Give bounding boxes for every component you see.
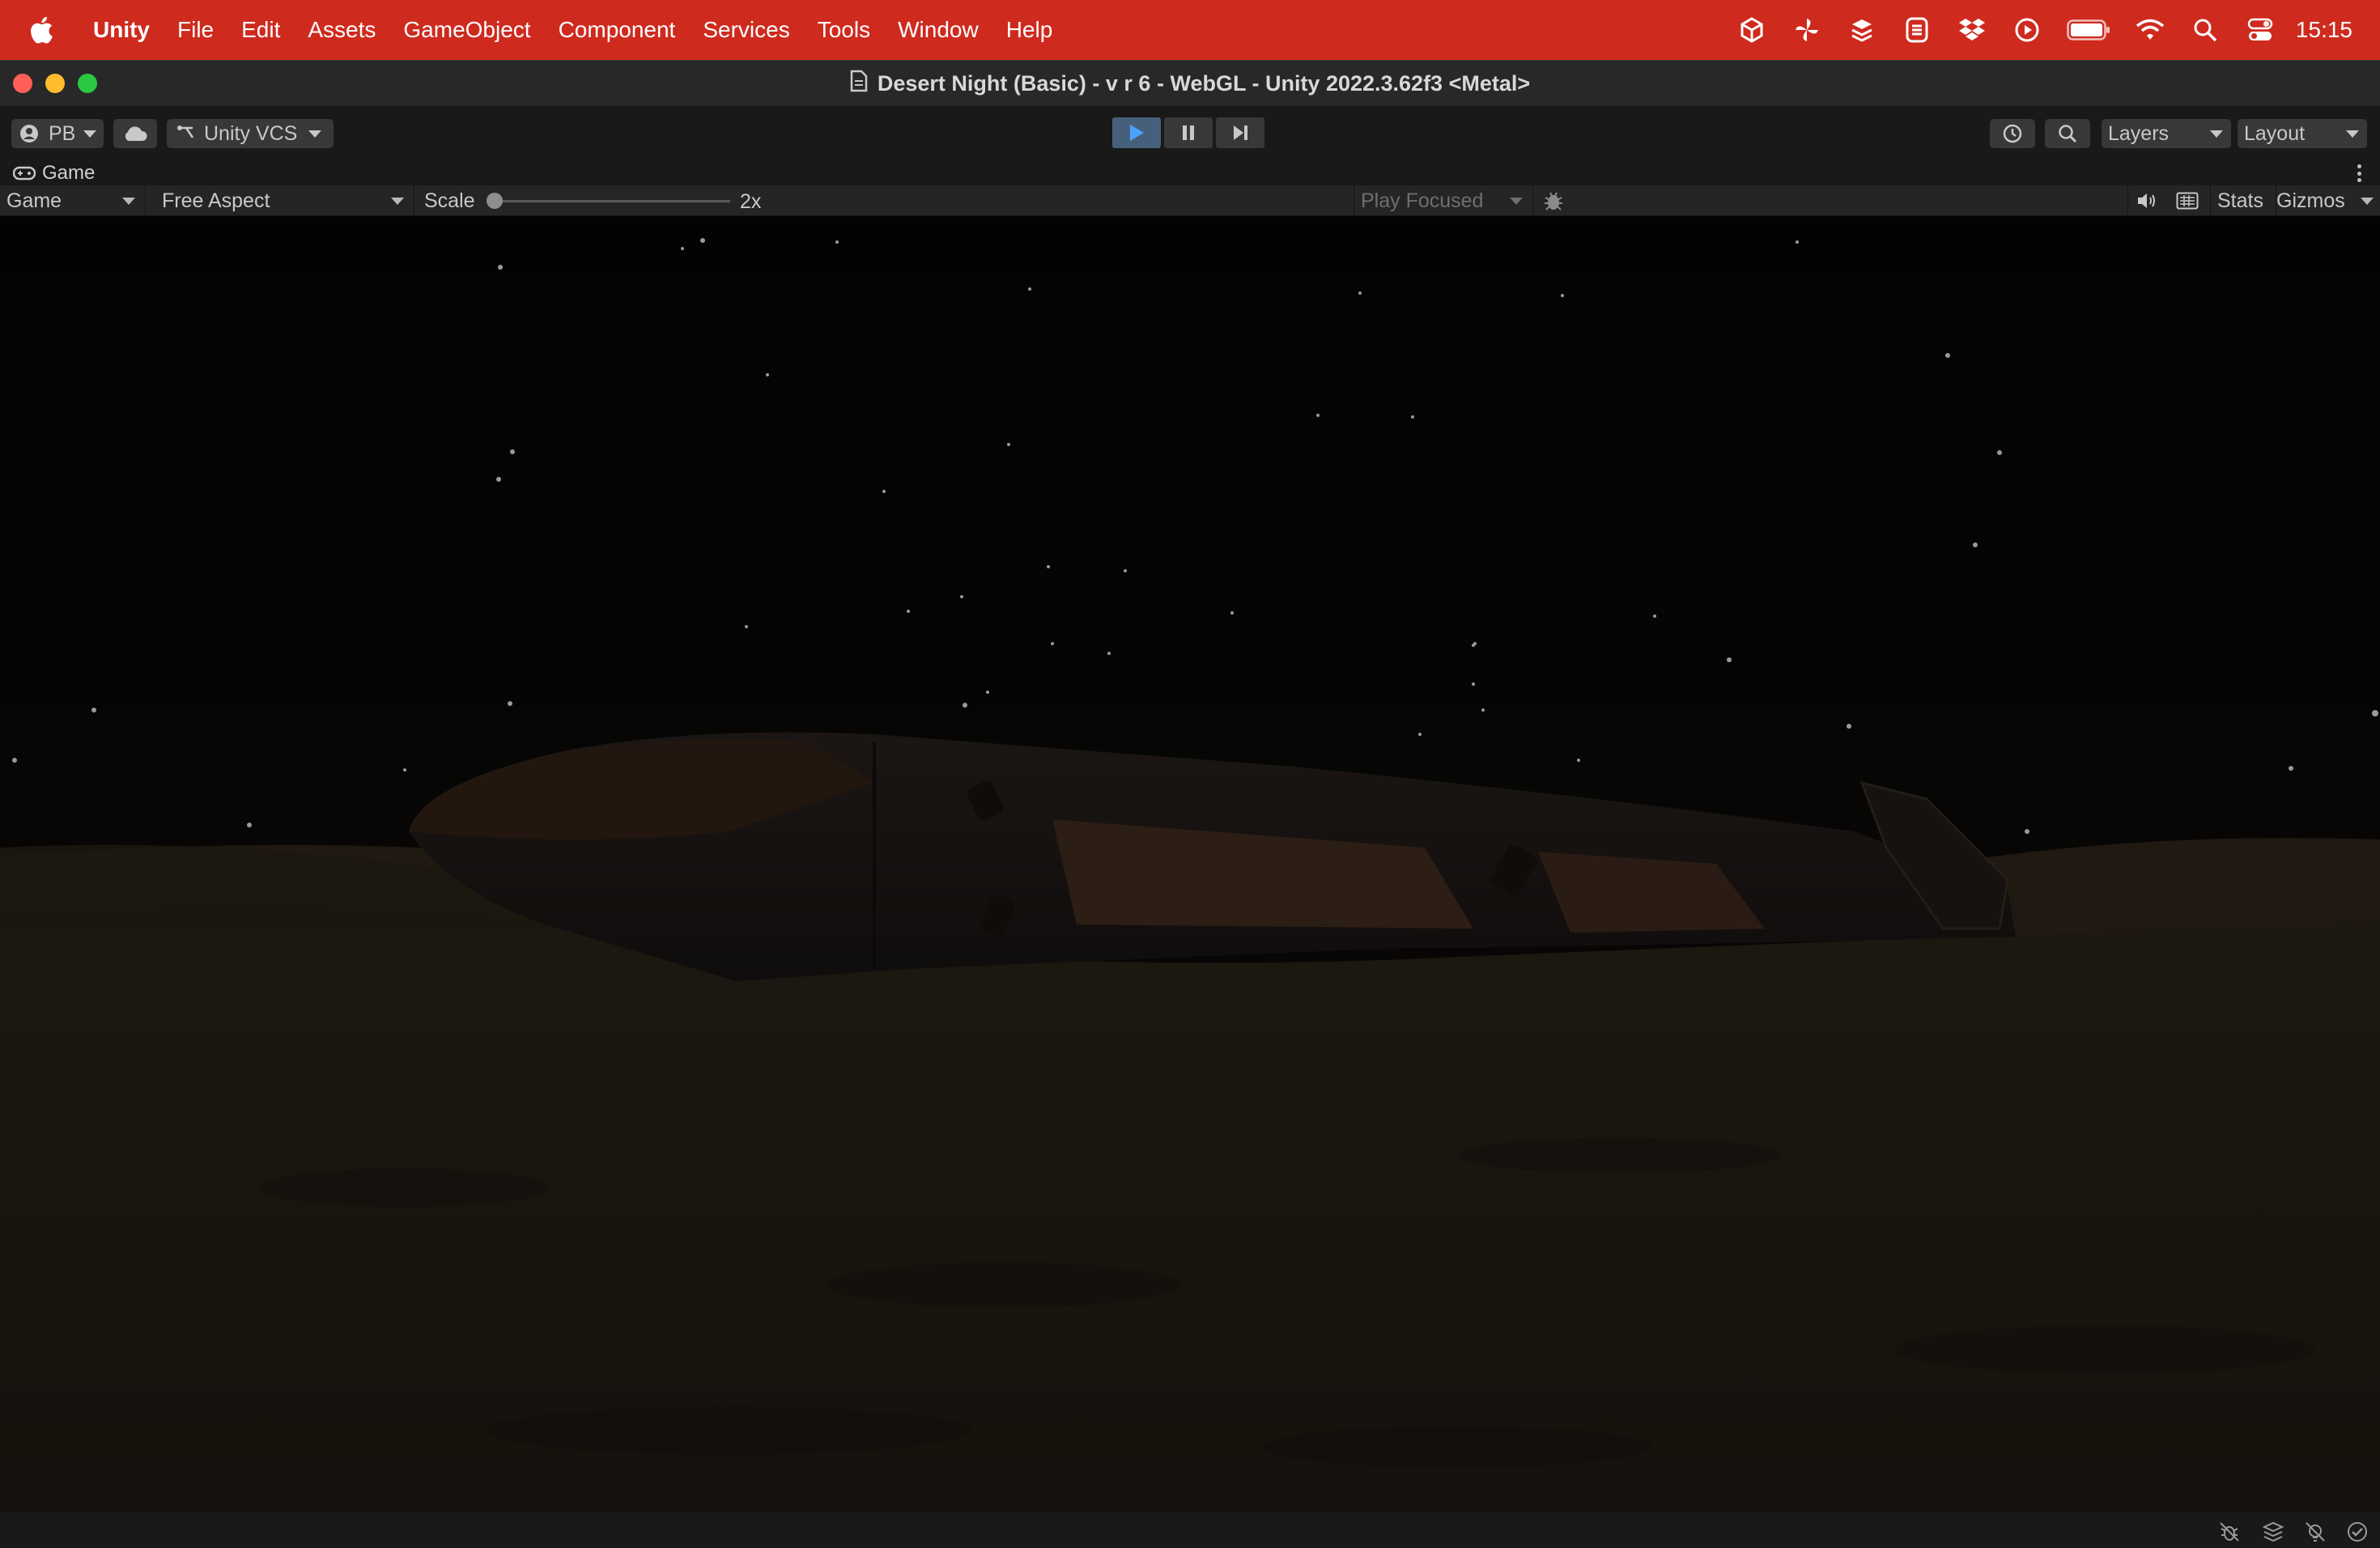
chevron-down-icon xyxy=(308,130,322,138)
account-icon xyxy=(19,124,39,143)
tab-game-label: Game xyxy=(42,162,96,184)
search-icon[interactable] xyxy=(2178,0,2233,60)
battery-icon[interactable] xyxy=(2055,0,2123,60)
menu-tools[interactable]: Tools xyxy=(804,17,884,43)
menu-bar: Unity File Edit Assets GameObject Compon… xyxy=(0,0,2380,60)
tab-bar: Game xyxy=(0,161,2380,185)
stats-label: Stats xyxy=(2217,189,2263,212)
play-controls xyxy=(1112,117,1264,148)
apple-icon[interactable] xyxy=(28,15,55,45)
zoom-window-button[interactable] xyxy=(78,74,97,93)
scale-slider-thumb[interactable] xyxy=(487,193,503,209)
status-bar xyxy=(0,1512,2380,1548)
layers-dropdown[interactable]: Layers xyxy=(2102,119,2231,148)
gizmos-label: Gizmos xyxy=(2276,189,2345,212)
display-dropdown[interactable]: Game xyxy=(0,185,146,216)
wifi-icon[interactable] xyxy=(2123,0,2178,60)
tab-game[interactable]: Game xyxy=(0,162,95,185)
display-label: Game xyxy=(6,189,62,212)
stack-icon[interactable] xyxy=(1834,0,1889,60)
dropbox-icon[interactable] xyxy=(1944,0,2000,60)
vcs-dropdown[interactable]: Unity VCS xyxy=(167,119,334,148)
close-window-button[interactable] xyxy=(13,74,32,93)
game-scene-render xyxy=(0,216,2380,1512)
chevron-down-icon xyxy=(2210,130,2223,138)
unity-window: Desert Night (Basic) - v r 6 - WebGL - U… xyxy=(0,60,2380,1548)
unity-hub-icon[interactable] xyxy=(1724,0,1779,60)
play-mode-label: Play Focused xyxy=(1361,189,1484,212)
menu-component[interactable]: Component xyxy=(545,17,690,43)
menu-file[interactable]: File xyxy=(164,17,227,43)
aspect-label: Free Aspect xyxy=(162,189,270,212)
main-toolbar: PB Unity VCS Layers Layout xyxy=(0,106,2380,161)
window-title-text: Desert Night (Basic) - v r 6 - WebGL - U… xyxy=(877,70,1531,96)
aspect-dropdown[interactable]: Free Aspect xyxy=(154,185,414,216)
shortcuts-toggle[interactable] xyxy=(2170,185,2205,216)
search-button[interactable] xyxy=(2045,119,2090,148)
menu-help[interactable]: Help xyxy=(992,17,1067,43)
menu-clock[interactable]: 15:15 xyxy=(2288,17,2380,43)
play-button[interactable] xyxy=(1112,117,1161,148)
menu-services[interactable]: Services xyxy=(689,17,803,43)
control-center-icon[interactable] xyxy=(2233,0,2288,60)
chevron-down-icon xyxy=(2361,198,2374,205)
speaker-icon xyxy=(2136,191,2157,211)
menu-assets[interactable]: Assets xyxy=(294,17,389,43)
auto-generate-lighting-icon[interactable] xyxy=(2302,1519,2328,1545)
menu-gameobject[interactable]: GameObject xyxy=(389,17,544,43)
scale-slider-track[interactable] xyxy=(494,200,730,202)
branch-icon xyxy=(176,125,196,142)
tab-menu-icon[interactable] xyxy=(2357,164,2362,182)
chevron-down-icon xyxy=(2346,130,2359,138)
title-bar: Desert Night (Basic) - v r 6 - WebGL - U… xyxy=(0,61,2380,106)
chevron-down-icon xyxy=(1510,198,1523,205)
shield-icon[interactable] xyxy=(1889,0,1944,60)
layout-label: Layout xyxy=(2244,121,2306,145)
scale-label: Scale xyxy=(424,189,475,212)
pinwheel-icon[interactable] xyxy=(1779,0,1834,60)
layout-dropdown[interactable]: Layout xyxy=(2238,119,2367,148)
cloud-button[interactable] xyxy=(113,119,157,148)
menu-edit[interactable]: Edit xyxy=(227,17,294,43)
pause-button[interactable] xyxy=(1164,117,1213,148)
vcs-label: Unity VCS xyxy=(204,121,298,145)
chevron-down-icon xyxy=(122,198,135,205)
gizmos-dropdown[interactable]: Gizmos xyxy=(2272,185,2380,216)
debug-mode-icon[interactable] xyxy=(2216,1519,2242,1545)
gamepad-icon xyxy=(13,166,36,181)
step-icon xyxy=(1231,124,1249,142)
play-circle-icon[interactable] xyxy=(2000,0,2055,60)
account-dropdown[interactable]: PB xyxy=(11,119,104,148)
scale-value: 2x xyxy=(740,190,762,213)
step-button[interactable] xyxy=(1216,117,1264,148)
cache-server-icon[interactable] xyxy=(2260,1519,2286,1545)
chevron-down-icon xyxy=(391,198,404,205)
stats-button[interactable]: Stats xyxy=(2210,185,2276,216)
bug-icon xyxy=(1542,189,1565,212)
mute-audio-toggle[interactable] xyxy=(2127,185,2165,216)
menu-app-unity[interactable]: Unity xyxy=(79,17,164,43)
account-label: PB xyxy=(49,121,76,145)
search-icon xyxy=(2057,123,2078,144)
pause-icon xyxy=(1180,124,1196,142)
status-area: 15:15 xyxy=(1724,0,2380,60)
layers-label: Layers xyxy=(2108,121,2170,145)
chevron-down-icon xyxy=(83,130,97,138)
play-icon xyxy=(1128,123,1145,142)
history-icon xyxy=(2002,123,2023,144)
keyboard-icon xyxy=(2176,192,2199,210)
window-title: Desert Night (Basic) - v r 6 - WebGL - U… xyxy=(850,70,1530,98)
document-icon xyxy=(850,70,868,98)
undo-history-button[interactable] xyxy=(1990,119,2035,148)
game-viewport[interactable] xyxy=(0,216,2380,1512)
minimize-window-button[interactable] xyxy=(45,74,65,93)
progress-complete-icon[interactable] xyxy=(2344,1519,2370,1545)
window-controls xyxy=(13,74,97,93)
cloud-icon xyxy=(122,125,148,142)
menu-window[interactable]: Window xyxy=(884,17,992,43)
play-mode-dropdown[interactable]: Play Focused xyxy=(1354,185,1533,216)
game-view-toolbar: Game Free Aspect Scale 2x Play Focused S… xyxy=(0,185,2380,216)
debug-toggle[interactable] xyxy=(1536,185,1570,216)
